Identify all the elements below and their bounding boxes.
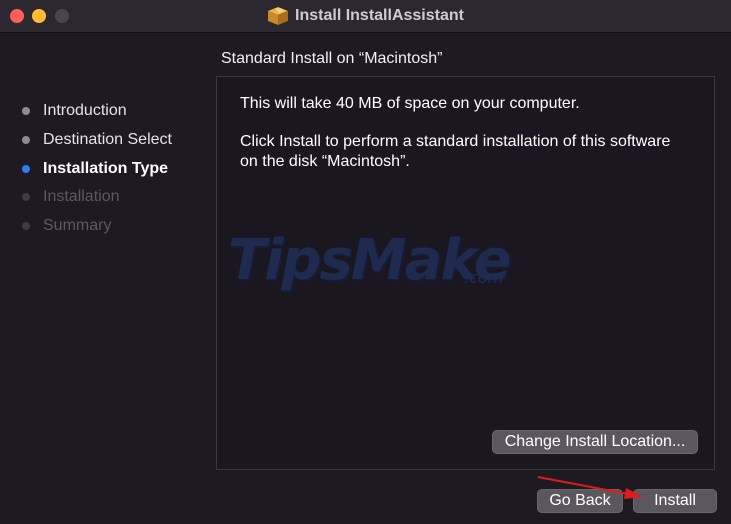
step-dot-icon	[22, 136, 30, 144]
package-icon	[268, 7, 289, 25]
step-introduction: Introduction	[22, 102, 127, 120]
step-label: Destination Select	[43, 131, 172, 148]
step-label: Summary	[43, 217, 112, 234]
change-install-location-button[interactable]: Change Install Location...	[492, 430, 698, 454]
window-title-group: Install InstallAssistant	[0, 0, 731, 32]
step-installation-type: Installation Type	[22, 160, 168, 178]
step-current-dot-icon	[22, 165, 30, 173]
step-label: Installation Type	[43, 160, 169, 177]
step-dot-icon	[22, 193, 30, 201]
watermark-logo-suffix: .com	[464, 268, 504, 287]
page-title: Standard Install on “Macintosh”	[221, 50, 443, 67]
step-dot-icon	[22, 222, 30, 230]
install-instruction-text: Click Install to perform a standard inst…	[240, 133, 671, 150]
step-destination-select: Destination Select	[22, 131, 172, 149]
install-disk-text: on the disk “Macintosh”.	[240, 153, 410, 170]
install-button[interactable]: Install	[633, 489, 717, 513]
step-installation: Installation	[22, 188, 120, 206]
window-title: Install InstallAssistant	[295, 7, 464, 24]
go-back-button[interactable]: Go Back	[537, 489, 623, 513]
space-required-text: This will take 40 MB of space on your co…	[240, 95, 580, 112]
step-dot-icon	[22, 107, 30, 115]
step-label: Installation	[43, 188, 120, 205]
step-summary: Summary	[22, 217, 111, 235]
step-label: Introduction	[43, 102, 127, 119]
title-bar: Install InstallAssistant	[0, 0, 731, 33]
